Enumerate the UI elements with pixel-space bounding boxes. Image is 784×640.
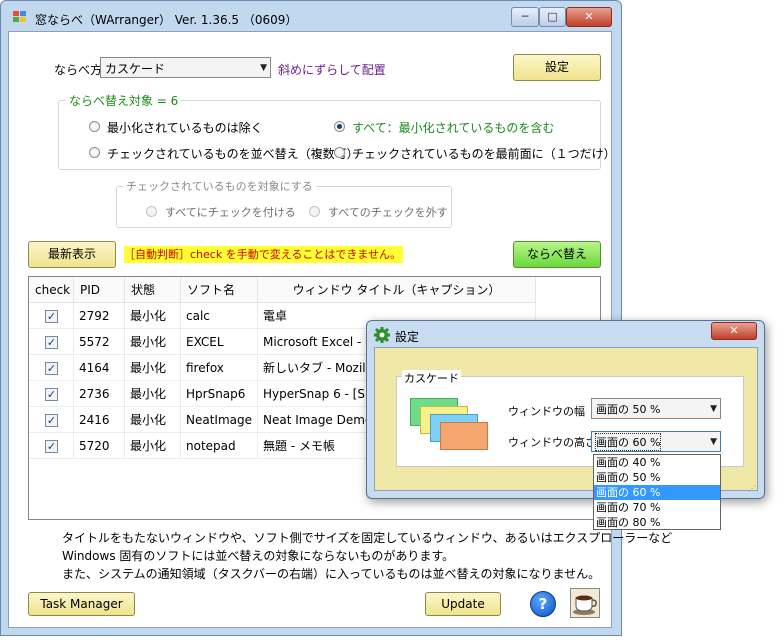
row-checkbox[interactable]: ✓ [45,310,58,323]
cell-check: ✓ [29,381,74,407]
checkmark-icon: ✓ [46,414,57,427]
row-checkbox[interactable]: ✓ [45,362,58,375]
cell-state: 最小化 [125,355,181,381]
cell-pid: 2416 [74,407,125,433]
cell-pid: 4164 [74,355,125,381]
arrange-mode-select[interactable]: カスケード ▼ [100,57,271,78]
dropdown-option[interactable]: 画面の 60 % [594,485,720,500]
cell-state: 最小化 [125,329,181,355]
cell-state: 最小化 [125,407,181,433]
arrange-mode-label: ならべ方 [54,63,103,77]
cell-pid: 2736 [74,381,125,407]
footer-note-line3: また、システムの通知領域（タスクバーの右端）に入っているものは並べ替えの対象にな… [62,567,601,581]
column-header-state[interactable]: 状態 [125,277,181,303]
dropdown-option[interactable]: 画面の 70 % [594,500,720,515]
arrange-mode-description: 斜めにずらして配置 [278,63,386,77]
cell-state: 最小化 [125,303,181,329]
dialog-title: 設定 [395,330,420,344]
radio-checked-front-label[interactable]: チェックされているものを最前面に（１つだけ） [352,145,616,162]
cascade-group-title: カスケード [402,370,461,386]
checkmark-icon: ✓ [46,362,57,375]
radio-include-minimized-label[interactable]: すべて：最小化されているものを含む [352,119,554,136]
dropdown-option[interactable]: 画面の 80 % [594,515,720,530]
cell-app: calc [181,303,258,329]
cell-app: HprSnap6 [181,381,258,407]
radio-check-all[interactable] [146,206,157,217]
cell-check: ✓ [29,329,74,355]
coffee-cup-icon [573,595,597,615]
auto-notice: ［自動判断］check を手動で変えることはできません。 [124,246,404,263]
cell-app: firefox [181,355,258,381]
window-height-label: ウィンドウの高さ [508,436,596,449]
row-checkbox[interactable]: ✓ [45,414,58,427]
cell-app: notepad [181,433,258,459]
cell-pid: 5720 [74,433,125,459]
chevron-down-icon: ▼ [260,63,267,73]
dialog-close-button[interactable]: ✕ [711,322,757,340]
row-checkbox[interactable]: ✓ [45,388,58,401]
column-header-app[interactable]: ソフト名 [181,277,258,303]
check-group-title: チェックされているものを対象にする [123,178,316,194]
column-header-title[interactable]: ウィンドウ タイトル（キャプション） [258,277,536,303]
cell-app: NeatImage [181,407,258,433]
column-header-check[interactable]: check [29,277,74,303]
resize-grip-icon[interactable]: ⋰ [748,484,758,494]
minimize-button[interactable]: ─ [511,7,539,27]
cell-pid: 2792 [74,303,125,329]
window-height-select[interactable]: 画面の 60 % ▼ [591,431,721,452]
window-height-dropdown[interactable]: 画面の 40 % 画面の 50 % 画面の 60 % 画面の 70 % 画面の 80 % [593,454,721,530]
footer-note-line1: タイトルをもたないウィンドウや、ソフト側でサイズを固定しているウィンドウ、あるい… [62,531,673,545]
cell-check: ✓ [29,303,74,329]
checkmark-icon: ✓ [46,336,57,349]
coffee-button[interactable] [570,588,600,618]
dropdown-option[interactable]: 画面の 40 % [594,455,720,470]
target-group-title: ならべ替え対象 = 6 [66,92,182,109]
arrange-mode-value: カスケード [105,62,166,76]
title-bar[interactable]: 窓ならべ（WArranger） Ver. 1.36.5 （0609） ─ □ ✕ [1,1,621,31]
refresh-button[interactable]: 最新表示 [28,241,116,268]
window-title: 窓ならべ（WArranger） Ver. 1.36.5 （0609） [35,13,298,27]
radio-include-minimized[interactable] [334,121,345,132]
update-button[interactable]: Update [425,592,501,616]
cell-pid: 5572 [74,329,125,355]
checkmark-icon: ✓ [46,440,57,453]
task-manager-button[interactable]: Task Manager [28,592,135,616]
radio-uncheck-all[interactable] [309,206,320,217]
arrange-button[interactable]: ならべ替え [513,241,601,268]
window-height-value: 画面の 60 % [594,433,662,451]
radio-exclude-minimized[interactable] [89,121,100,132]
close-button[interactable]: ✕ [566,7,612,27]
window-width-select[interactable]: 画面の 50 % ▼ [591,398,721,419]
radio-checked-front[interactable] [334,147,345,158]
help-button[interactable]: ? [530,591,556,617]
app-icon [13,11,27,23]
cell-check: ✓ [29,433,74,459]
checkmark-icon: ✓ [46,310,57,323]
window-width-value: 画面の 50 % [596,403,661,416]
column-header-pid[interactable]: PID [74,277,125,303]
footer-note-line2: Windows 固有のソフトには並べ替えの対象にならないものがあります。 [62,549,455,563]
window-width-label: ウィンドウの幅 [508,405,585,418]
row-checkbox[interactable]: ✓ [45,440,58,453]
maximize-button[interactable]: □ [539,7,566,27]
radio-arrange-checked[interactable] [89,147,100,158]
radio-arrange-checked-label[interactable]: チェックされているものを並べ替え（複数可） [107,145,359,162]
cell-check: ✓ [29,355,74,381]
cell-app: EXCEL [181,329,258,355]
checkmark-icon: ✓ [46,388,57,401]
cell-check: ✓ [29,407,74,433]
cell-state: 最小化 [125,433,181,459]
cascade-preview-icon [410,398,500,454]
radio-uncheck-all-label[interactable]: すべてのチェックを外す [328,204,448,220]
radio-exclude-minimized-label[interactable]: 最小化されているものは除く [107,119,263,136]
chevron-down-icon: ▼ [710,404,717,414]
row-checkbox[interactable]: ✓ [45,336,58,349]
settings-button[interactable]: 設定 [513,54,601,81]
gear-icon [374,327,390,343]
cell-state: 最小化 [125,381,181,407]
radio-check-all-label[interactable]: すべてにチェックを付ける [165,204,296,220]
dropdown-option[interactable]: 画面の 50 % [594,470,720,485]
chevron-down-icon: ▼ [710,437,717,447]
